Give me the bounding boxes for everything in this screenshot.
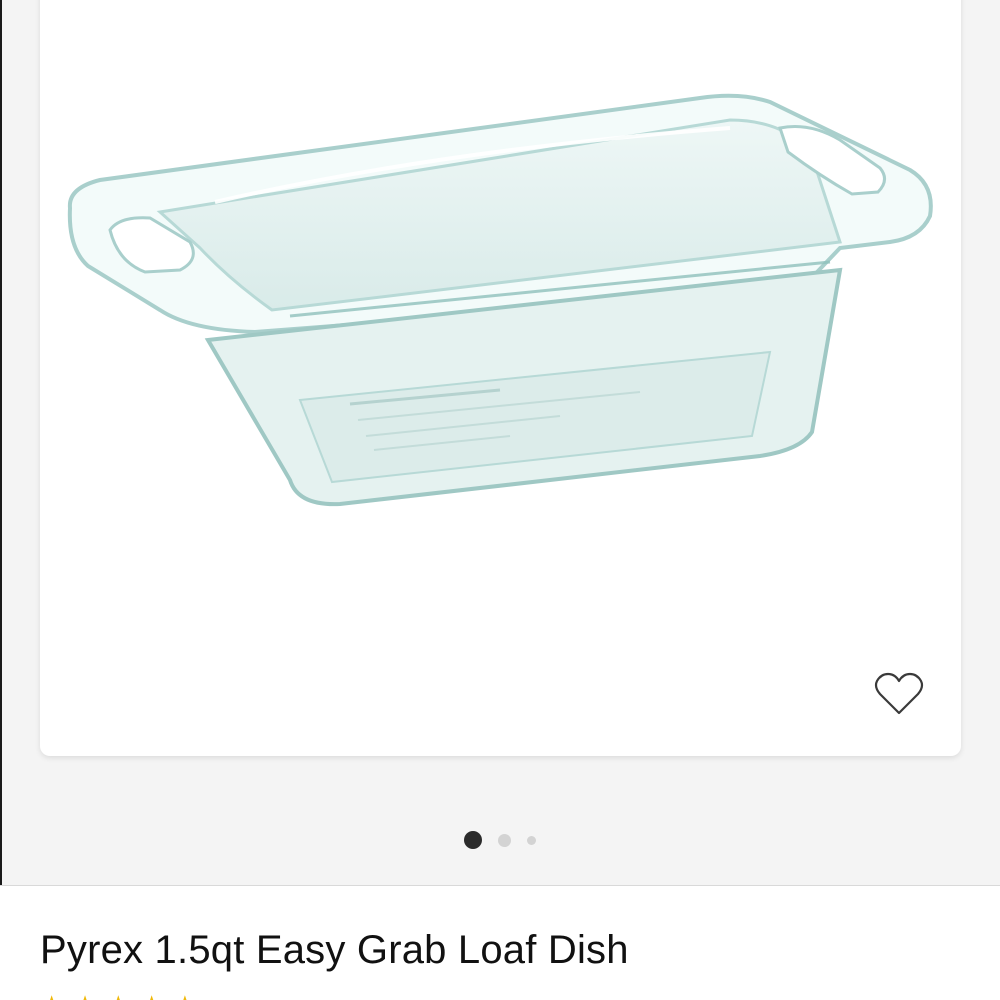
pager-dot-active[interactable] [464, 831, 482, 849]
pager-dot[interactable] [527, 835, 536, 845]
product-title: Pyrex 1.5qt Easy Grab Loaf Dish [40, 928, 629, 972]
star-icon: ★ [73, 992, 96, 1000]
star-icon: ★ [107, 992, 130, 1000]
image-pager[interactable] [0, 830, 1000, 850]
product-detail-screen: Pyrex 1.5qt Easy Grab Loaf Dish ★ ★ ★ ★ … [0, 0, 1000, 1000]
product-image [67, 93, 933, 507]
star-icon: ★ [140, 992, 163, 1000]
favorite-button[interactable] [874, 670, 924, 718]
star-icon: ★ [40, 992, 63, 1000]
star-icon: ★ [173, 992, 196, 1000]
product-image-card[interactable] [40, 0, 961, 756]
rating-stars: ★ ★ ★ ★ ★ [40, 992, 197, 1000]
heart-outline-icon [874, 672, 924, 715]
pager-dot[interactable] [498, 833, 511, 847]
window-edge [0, 0, 2, 1000]
